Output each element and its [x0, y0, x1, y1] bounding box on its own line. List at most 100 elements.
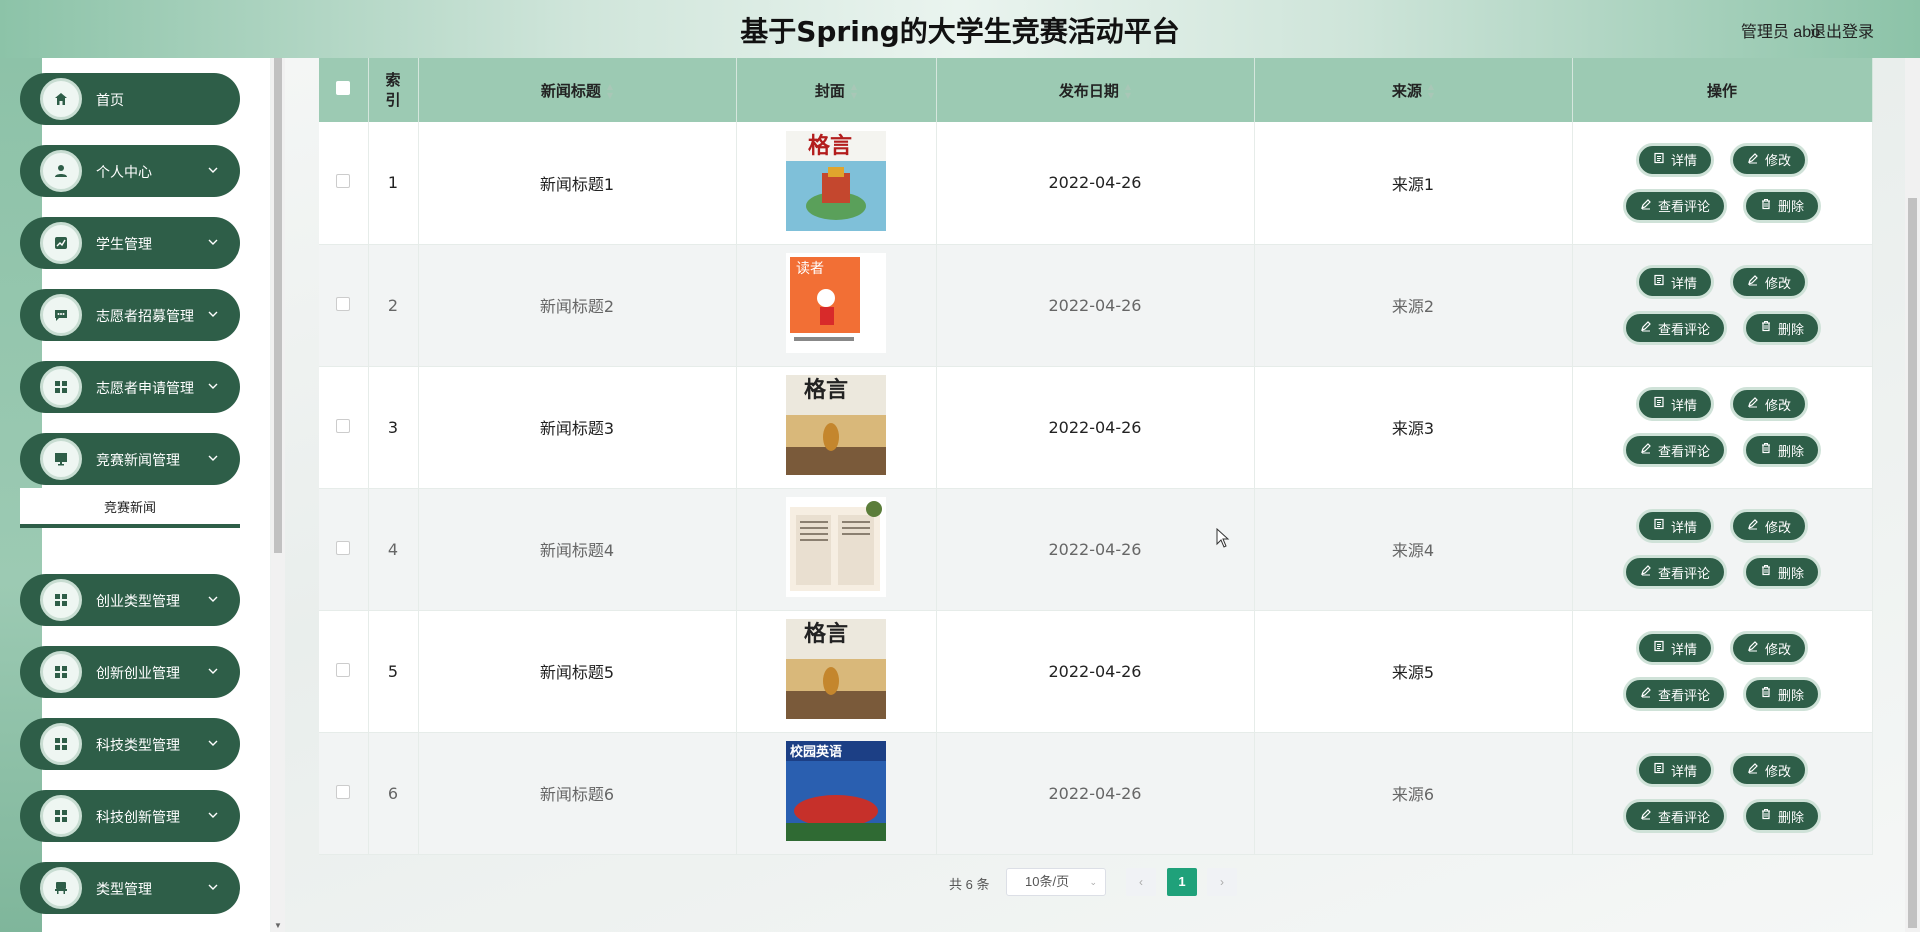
prev-page-button[interactable]: ‹ — [1126, 868, 1156, 896]
sidebar-item-label: 创新创业管理 — [96, 666, 180, 682]
logout-link[interactable]: 退出登录 — [1810, 18, 1874, 42]
row-checkbox[interactable] — [336, 662, 351, 677]
sidebar-item[interactable]: 个人中心 — [20, 145, 240, 197]
table-row[interactable]: 5 新闻标题5 格言 2022-04-26 来源5 详情 修改 查看评论 删除 — [319, 610, 1873, 733]
trash-icon — [1760, 442, 1772, 458]
main-scrollbar[interactable] — [1905, 58, 1920, 932]
row-actions: 详情 修改 查看评论 删除 — [1572, 488, 1873, 611]
sidebar-item[interactable]: 科技创新管理 — [20, 790, 240, 842]
trash-icon — [1760, 686, 1772, 702]
row-title: 新闻标题5 — [418, 610, 737, 733]
cover-image[interactable] — [786, 497, 886, 597]
delete-button[interactable]: 删除 — [1743, 311, 1822, 345]
document-icon — [1653, 396, 1665, 412]
col-cover-header[interactable]: 封面 ▲ ▼ — [736, 58, 937, 122]
page-size-select[interactable]: 10条/页 ⌄ — [1006, 868, 1106, 896]
sidebar-item[interactable]: 创业类型管理 — [20, 574, 240, 626]
detail-button[interactable]: 详情 — [1635, 265, 1714, 299]
sidebar-item[interactable]: 志愿者申请管理 — [20, 361, 240, 413]
row-checkbox[interactable] — [336, 540, 351, 555]
col-source-header[interactable]: 来源 ▲ ▼ — [1254, 58, 1573, 122]
edit-button[interactable]: 修改 — [1730, 387, 1809, 421]
select-all-checkbox[interactable] — [336, 81, 351, 95]
chevron-down-icon — [206, 379, 220, 393]
row-actions: 详情 修改查看评论 删除 — [1572, 610, 1873, 733]
row-date: 2022-04-26 — [936, 488, 1255, 611]
sort-icon[interactable]: ▲ ▼ — [1125, 82, 1131, 100]
sidebar-item-label: 首页 — [96, 93, 124, 109]
view-comments-button[interactable]: 查看评论 — [1622, 433, 1727, 467]
sidebar-subitem-news[interactable]: 竞赛新闻 — [20, 488, 240, 528]
col-actions-header: 操作 — [1572, 58, 1873, 122]
detail-button[interactable]: 详情 — [1635, 142, 1714, 177]
row-checkbox[interactable] — [336, 296, 351, 311]
detail-button[interactable]: 详情 — [1635, 387, 1714, 421]
view-comments-button[interactable]: 查看评论 — [1622, 311, 1727, 345]
select-all-cell — [319, 58, 369, 122]
view-comments-button[interactable]: 查看评论 — [1622, 799, 1727, 833]
view-comments-button[interactable]: 查看评论 — [1622, 188, 1727, 223]
sort-icon[interactable]: ▲ ▼ — [607, 82, 613, 100]
row-source: 来源3 — [1254, 366, 1573, 489]
table-row[interactable]: 2 新闻标题2 读者 2022-04-26 来源2 详情 修改 查看评论 删除 — [319, 244, 1873, 367]
edit-button[interactable]: 修改 — [1730, 753, 1809, 787]
sidebar-item[interactable]: 创新创业管理 — [20, 646, 240, 698]
sidebar-item[interactable]: 首页 — [20, 73, 240, 125]
news-table-container: 索引 新闻标题 ▲ ▼ 封面 ▲ ▼ 发布日期 ▲ ▼ 来源 ▲ ▼ 操作 1 新闻标题1 格言 20… — [319, 58, 1873, 855]
table-row[interactable]: 6 新闻标题6 校园英语 2022-04-26 来源6 详情 修改 查看评论 删除 — [319, 732, 1873, 855]
table-row[interactable]: 4 新闻标题4 2022-04-26 来源4 详情 修改 查看评论 删除 — [319, 488, 1873, 611]
sidebar-item[interactable]: 科技类型管理 — [20, 718, 240, 770]
chat-icon — [40, 294, 82, 336]
scroll-down-arrow-icon[interactable]: ▼ — [274, 921, 282, 930]
sort-icon[interactable]: ▲ ▼ — [1428, 82, 1434, 100]
sidebar-item[interactable]: 学生管理 — [20, 217, 240, 269]
sidebar-item[interactable]: 类型管理 — [20, 862, 240, 914]
detail-button[interactable]: 详情 — [1635, 509, 1714, 543]
sidebar-scrollbar[interactable]: ▼ — [271, 58, 285, 932]
delete-button[interactable]: 删除 — [1743, 677, 1822, 711]
row-source: 来源4 — [1254, 488, 1573, 611]
delete-button[interactable]: 删除 — [1743, 433, 1822, 467]
cover-image[interactable]: 校园英语 — [786, 741, 886, 841]
cover-image[interactable]: 格言 — [786, 130, 886, 231]
cover-image[interactable]: 读者 — [786, 253, 886, 353]
sidebar-scrollbar-thumb[interactable] — [274, 58, 282, 553]
edit-icon — [1747, 518, 1759, 534]
edit-button[interactable]: 修改 — [1730, 631, 1809, 665]
row-checkbox[interactable] — [336, 784, 351, 799]
view-comments-button[interactable]: 查看评论 — [1622, 677, 1727, 711]
sidebar-item[interactable]: 竞赛新闻管理 — [20, 433, 240, 485]
col-title-header[interactable]: 新闻标题 ▲ ▼ — [418, 58, 737, 122]
detail-button[interactable]: 详情 — [1635, 753, 1714, 787]
row-checkbox[interactable] — [336, 174, 351, 189]
row-checkbox[interactable] — [336, 418, 351, 433]
row-index: 1 — [368, 122, 419, 245]
view-comments-button-label: 查看评论 — [1657, 444, 1710, 460]
edit-icon — [1640, 808, 1652, 824]
sidebar-item[interactable]: 志愿者招募管理 — [20, 289, 240, 341]
detail-button[interactable]: 详情 — [1635, 631, 1714, 665]
edit-button[interactable]: 修改 — [1730, 142, 1809, 177]
sort-icon[interactable]: ▲ ▼ — [851, 82, 857, 100]
col-actions-label: 操作 — [1706, 81, 1737, 100]
delete-button[interactable]: 删除 — [1743, 555, 1822, 589]
delete-button[interactable]: 删除 — [1743, 188, 1822, 223]
table-row[interactable]: 3 新闻标题3 格言 2022-04-26 来源3 详情 修改 查看评论 删除 — [319, 366, 1873, 489]
table-row[interactable]: 1 新闻标题1 格言 2022-04-26 来源1 详情 修改 查看评论 删除 — [319, 122, 1873, 245]
cover-image[interactable]: 格言 — [786, 375, 886, 475]
col-date-header[interactable]: 发布日期 ▲ ▼ — [936, 58, 1255, 122]
view-comments-button[interactable]: 查看评论 — [1622, 555, 1727, 589]
edit-button[interactable]: 修改 — [1730, 265, 1809, 299]
delete-button[interactable]: 删除 — [1743, 799, 1822, 833]
edit-button[interactable]: 修改 — [1730, 509, 1809, 543]
main-scrollbar-thumb[interactable] — [1908, 198, 1917, 928]
row-actions: 详情 修改 查看评论 删除 — [1572, 732, 1873, 855]
edit-button-label: 修改 — [1765, 642, 1792, 658]
svg-text:校园英语: 校园英语 — [790, 744, 842, 760]
cover-image[interactable]: 格言 — [786, 619, 886, 719]
next-page-button[interactable]: › — [1207, 868, 1237, 896]
edit-icon — [1640, 320, 1652, 336]
row-title: 新闻标题3 — [418, 366, 737, 489]
chevron-down-icon — [206, 592, 220, 606]
page-number-current[interactable]: 1 — [1167, 868, 1197, 896]
